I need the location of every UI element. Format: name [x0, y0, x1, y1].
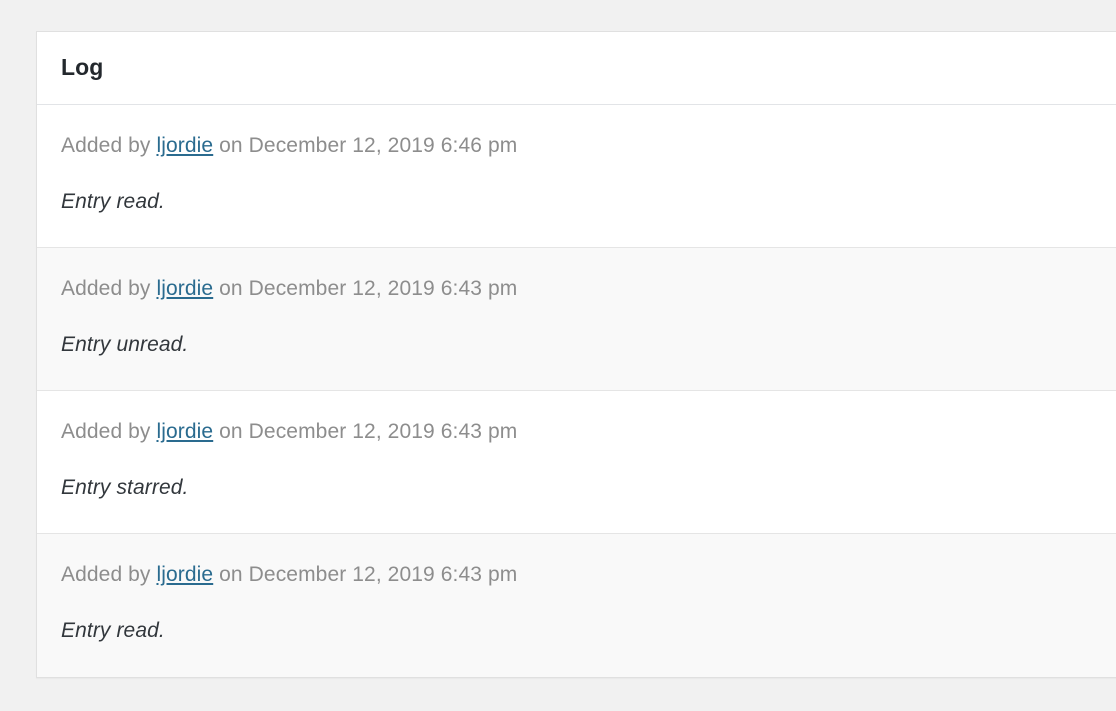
- log-entry-prefix: Added by: [61, 420, 151, 443]
- log-entry-message: Entry read.: [61, 619, 165, 643]
- log-entry-timestamp: December 12, 2019 6:43 pm: [248, 420, 518, 443]
- page-background: Log Added by ljordie on December 12, 201…: [0, 0, 1116, 711]
- log-entry-message: Entry starred.: [61, 476, 189, 500]
- log-entry-prefix: Added by: [61, 563, 151, 586]
- page-title: Log: [61, 54, 104, 81]
- log-entry: Added by ljordie on December 12, 2019 6:…: [37, 248, 1116, 391]
- log-entry-prefix: Added by: [61, 277, 151, 300]
- log-panel: Log Added by ljordie on December 12, 201…: [36, 31, 1116, 678]
- log-entry-meta: Added by ljordie on December 12, 2019 6:…: [61, 132, 1109, 160]
- log-panel-header: Log: [37, 32, 1116, 105]
- log-entry-message: Entry unread.: [61, 333, 189, 357]
- log-entry-timestamp: December 12, 2019 6:43 pm: [248, 277, 518, 300]
- log-entry-list: Added by ljordie on December 12, 2019 6:…: [37, 105, 1116, 677]
- log-entry-author-link[interactable]: ljordie: [156, 134, 213, 157]
- log-entry-timestamp: December 12, 2019 6:43 pm: [248, 563, 518, 586]
- log-entry-author-link[interactable]: ljordie: [156, 563, 213, 586]
- log-entry-connector: on: [219, 134, 243, 157]
- log-entry: Added by ljordie on December 12, 2019 6:…: [37, 105, 1116, 248]
- log-entry-prefix: Added by: [61, 134, 151, 157]
- log-entry-author-link[interactable]: ljordie: [156, 277, 213, 300]
- log-entry: Added by ljordie on December 12, 2019 6:…: [37, 391, 1116, 534]
- log-entry-meta: Added by ljordie on December 12, 2019 6:…: [61, 275, 1109, 303]
- log-entry-connector: on: [219, 277, 243, 300]
- log-entry-author-link[interactable]: ljordie: [156, 420, 213, 443]
- log-entry: Added by ljordie on December 12, 2019 6:…: [37, 534, 1116, 677]
- log-entry-meta: Added by ljordie on December 12, 2019 6:…: [61, 561, 1109, 589]
- log-entry-connector: on: [219, 420, 243, 443]
- log-entry-timestamp: December 12, 2019 6:46 pm: [248, 134, 518, 157]
- log-entry-connector: on: [219, 563, 243, 586]
- log-entry-message: Entry read.: [61, 190, 165, 214]
- log-entry-meta: Added by ljordie on December 12, 2019 6:…: [61, 418, 1109, 446]
